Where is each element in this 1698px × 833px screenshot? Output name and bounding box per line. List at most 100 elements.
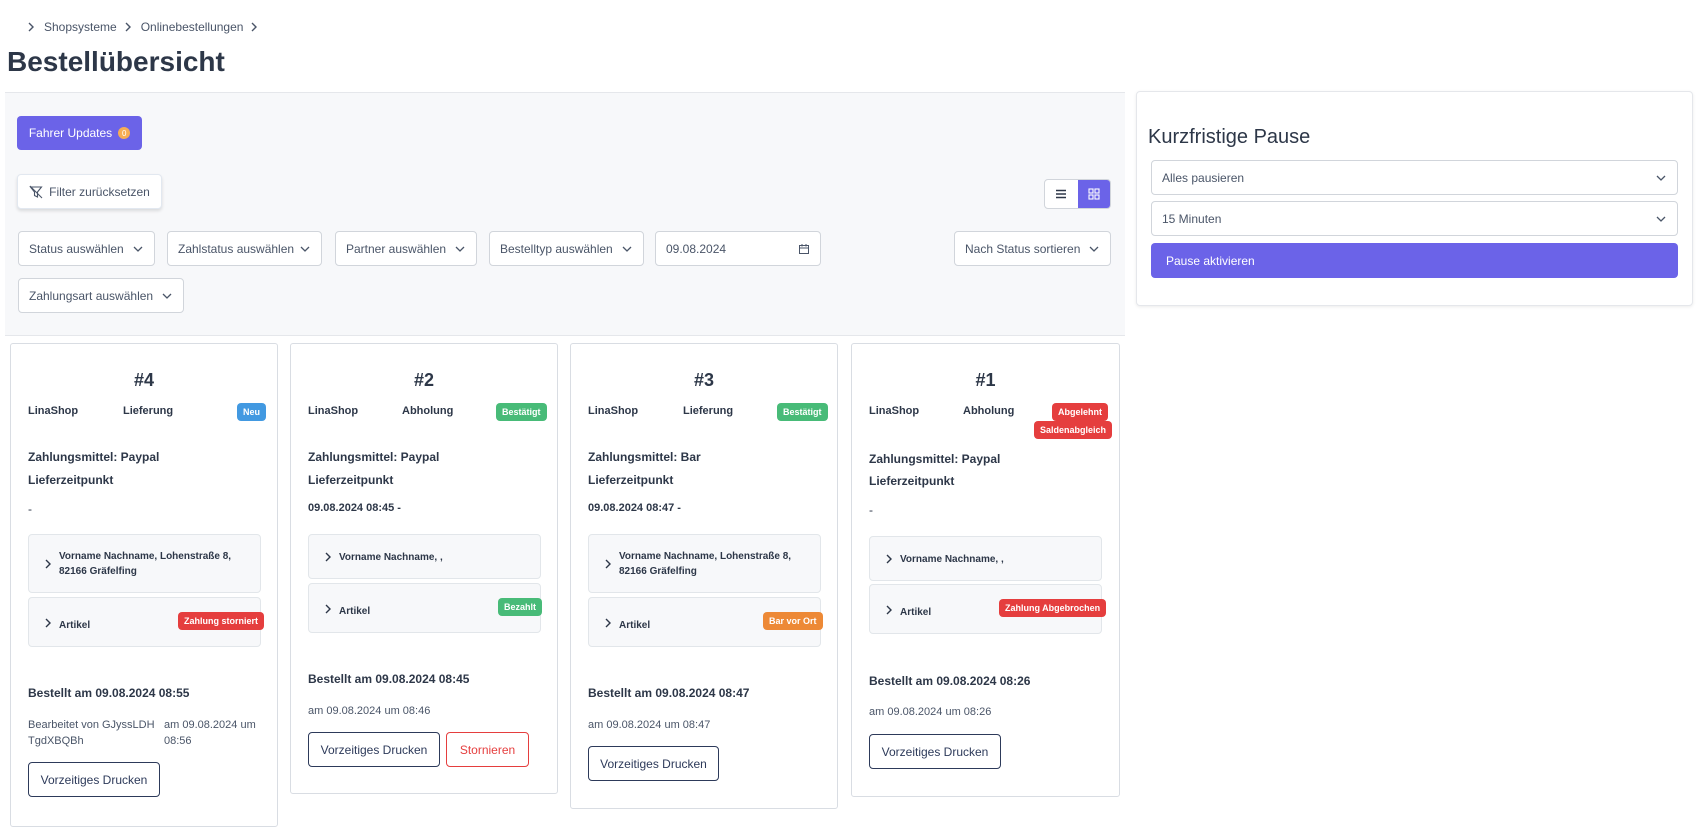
- order-number: #4: [133, 370, 155, 390]
- breadcrumb: Shopsysteme Onlinebestellungen: [22, 20, 267, 34]
- order-card: #2 LinaShop Abholung Bestätigt Zahlungsm…: [290, 343, 558, 794]
- pause-scope-select[interactable]: Alles pausieren: [1151, 160, 1678, 195]
- chevron-down-icon: [162, 293, 172, 299]
- order-shop: LinaShop: [308, 405, 359, 417]
- chevron-right-icon: [884, 554, 894, 564]
- order-payment-method: Zahlungsmittel: Paypal: [869, 452, 1001, 466]
- payment-status-badge: Bezahlt: [498, 598, 543, 616]
- chevron-right-icon: [323, 604, 333, 614]
- order-number: #3: [693, 370, 715, 390]
- ordered-at: Bestellt am 09.08.2024 08:45: [308, 672, 470, 686]
- status-badge-secondary: Saldenabgleich: [1034, 421, 1113, 439]
- status-select[interactable]: Status auswählen: [18, 231, 155, 266]
- driver-updates-button[interactable]: Fahrer Updates 0: [17, 116, 142, 150]
- address-accordion[interactable]: Vorname Nachname, Lohenstraße 8, 82166 G…: [588, 534, 821, 593]
- list-view-button[interactable]: [1045, 180, 1078, 208]
- payment-method-select-value: Zahlungsart auswählen: [29, 288, 154, 303]
- delivery-time-label: Lieferzeitpunkt: [869, 474, 955, 488]
- chevron-right-icon: [43, 618, 53, 628]
- pause-duration-select[interactable]: 15 Minuten: [1151, 201, 1678, 236]
- payment-status-badge: Bar vor Ort: [763, 612, 823, 630]
- chevron-down-icon: [1656, 175, 1666, 181]
- items-label: Artikel: [900, 607, 932, 618]
- delivery-time-value: -: [28, 502, 32, 516]
- order-type-select-value: Bestelltyp auswählen: [500, 241, 613, 256]
- address-line-1: Vorname Nachname, Lohenstraße 8,: [59, 551, 232, 562]
- chevron-right-icon: [123, 22, 133, 32]
- delivery-time-label: Lieferzeitpunkt: [28, 473, 114, 487]
- order-type-select[interactable]: Bestelltyp auswählen: [489, 231, 644, 266]
- filter-clear-icon: [29, 185, 43, 198]
- pause-scope-value: Alles pausieren: [1162, 170, 1245, 185]
- chevron-down-icon: [1656, 216, 1666, 222]
- items-accordion[interactable]: Artikel Zahlung storniert: [28, 597, 264, 647]
- date-input[interactable]: 09.08.2024: [655, 231, 821, 266]
- early-print-button[interactable]: Vorzeitiges Drucken: [588, 746, 719, 781]
- status-badge: Neu: [237, 403, 267, 421]
- early-print-button[interactable]: Vorzeitiges Drucken: [308, 732, 440, 767]
- order-type: Lieferung: [123, 405, 174, 417]
- edited-at: am 09.08.2024 um 08:46: [308, 705, 431, 717]
- payment-status-select[interactable]: Zahlstatus auswählen: [167, 231, 322, 266]
- pause-duration-value: 15 Minuten: [1162, 211, 1222, 226]
- ordered-at: Bestellt am 09.08.2024 08:26: [869, 674, 1031, 688]
- edited-by-line-2: TgdXBQBh: [28, 735, 84, 747]
- breadcrumb-item-onlinebestellungen[interactable]: Onlinebestellungen: [141, 20, 244, 34]
- early-print-button[interactable]: Vorzeitiges Drucken: [28, 762, 160, 797]
- order-card: #3 LinaShop Lieferung Bestätigt Zahlungs…: [570, 343, 838, 809]
- order-number: #2: [413, 370, 435, 390]
- ordered-at: Bestellt am 09.08.2024 08:47: [588, 686, 750, 700]
- items-label: Artikel: [619, 620, 651, 631]
- activate-pause-button[interactable]: Pause aktivieren: [1151, 243, 1678, 278]
- partner-select-value: Partner auswählen: [346, 241, 447, 256]
- sort-select[interactable]: Nach Status sortieren: [954, 231, 1111, 266]
- address-line-1: Vorname Nachname, ,: [339, 552, 443, 563]
- ordered-at: Bestellt am 09.08.2024 08:55: [28, 686, 190, 700]
- edited-by-line-1: Bearbeitet von GJyssLDH: [28, 719, 155, 731]
- address-accordion[interactable]: Vorname Nachname, ,: [869, 536, 1102, 581]
- chevron-right-icon: [884, 605, 894, 615]
- address-accordion[interactable]: Vorname Nachname, ,: [308, 534, 541, 579]
- chevron-right-icon: [26, 22, 36, 32]
- address-accordion[interactable]: Vorname Nachname, Lohenstraße 8, 82166 G…: [28, 534, 261, 593]
- order-type: Abholung: [402, 405, 454, 417]
- status-badge: Bestätigt: [496, 403, 547, 421]
- status-badge: Abgelehnt: [1052, 403, 1108, 421]
- items-accordion[interactable]: Artikel Bezahlt: [308, 583, 543, 633]
- edited-at: am 09.08.2024 um 08:47: [588, 719, 711, 731]
- early-print-button[interactable]: Vorzeitiges Drucken: [869, 734, 1001, 769]
- address-line-2: 82166 Gräfelfing: [619, 566, 697, 577]
- edited-at-line-1: am 09.08.2024 um: [164, 719, 256, 731]
- items-accordion[interactable]: Artikel Bar vor Ort: [588, 597, 823, 647]
- reset-filter-label: Filter zurücksetzen: [49, 184, 150, 199]
- grid-view-button[interactable]: [1077, 180, 1110, 208]
- order-payment-method: Zahlungsmittel: Paypal: [308, 450, 440, 464]
- chevron-down-icon: [622, 246, 632, 252]
- sort-select-value: Nach Status sortieren: [965, 241, 1081, 256]
- delivery-time-value: 09.08.2024 08:45 -: [308, 502, 401, 514]
- edited-at: am 09.08.2024 um 08:26: [869, 706, 992, 718]
- pause-title: Kurzfristige Pause: [1148, 126, 1311, 148]
- partner-select[interactable]: Partner auswählen: [335, 231, 477, 266]
- cancel-order-button[interactable]: Stornieren: [446, 732, 529, 767]
- delivery-time-label: Lieferzeitpunkt: [308, 473, 394, 487]
- payment-method-select[interactable]: Zahlungsart auswählen: [18, 278, 184, 313]
- list-icon: [1056, 189, 1067, 199]
- status-badge: Bestätigt: [777, 403, 828, 421]
- edited-at-line-2: 08:56: [164, 735, 192, 747]
- items-label: Artikel: [59, 620, 91, 631]
- payment-status-badge: Zahlung Abgebrochen: [999, 599, 1107, 617]
- breadcrumb-item-shopsysteme[interactable]: Shopsysteme: [44, 20, 117, 34]
- chevron-down-icon: [455, 246, 465, 252]
- order-number: #1: [975, 370, 996, 390]
- items-accordion[interactable]: Artikel Zahlung Abgebrochen: [869, 584, 1107, 634]
- date-input-value: 09.08.2024: [666, 241, 727, 256]
- order-card: #4 LinaShop Lieferung Neu Zahlungsmittel…: [10, 343, 278, 827]
- delivery-time-value: 09.08.2024 08:47 -: [588, 502, 681, 514]
- grid-icon: [1088, 188, 1100, 200]
- chevron-right-icon: [603, 618, 613, 628]
- chevron-right-icon: [249, 22, 259, 32]
- address-line-2: 82166 Gräfelfing: [59, 566, 137, 577]
- reset-filter-button[interactable]: Filter zurücksetzen: [17, 174, 162, 209]
- order-type: Abholung: [963, 405, 1015, 417]
